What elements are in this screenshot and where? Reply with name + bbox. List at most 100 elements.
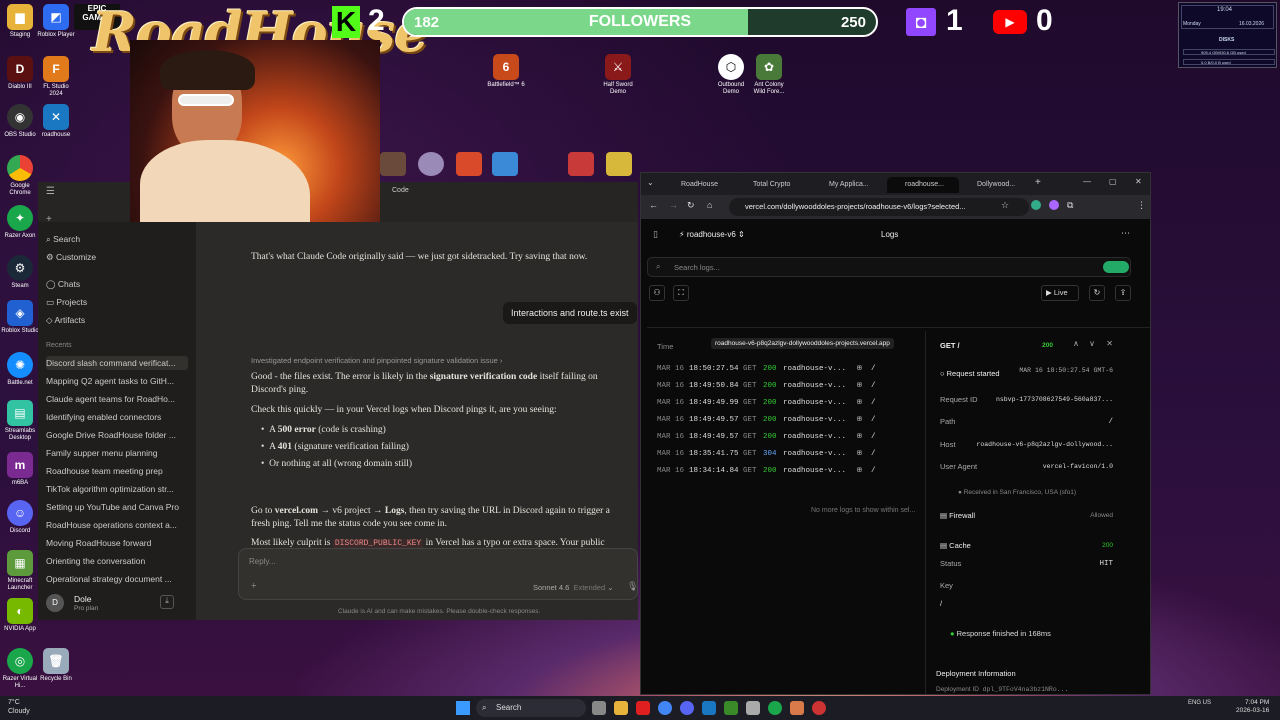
recent-chat-item[interactable]: Claude agent teams for RoadHo...	[46, 392, 188, 406]
next-log-icon[interactable]: ∨	[1089, 339, 1095, 348]
close-panel-icon[interactable]: ✕	[1106, 339, 1113, 348]
chrome-taskbar-icon[interactable]	[658, 701, 672, 715]
desktop-icon-steam[interactable]: ⚙ Steam	[0, 255, 40, 290]
taskbar-search[interactable]: ⌕ Search	[476, 699, 586, 717]
vscode-taskbar-icon[interactable]	[702, 701, 716, 715]
language-indicator[interactable]: ENG US	[1188, 699, 1211, 707]
task-view-icon[interactable]	[592, 701, 606, 715]
desktop-icon-outbound[interactable]: ⬡ Outbound Demo	[711, 54, 751, 96]
desktop-icon-razer-virtual[interactable]: ◎ Razer Virtual Hi...	[0, 648, 40, 690]
browser-tab[interactable]: RoadHouse	[663, 177, 735, 193]
obs-taskbar-icon[interactable]	[812, 701, 826, 715]
browser-tab[interactable]: Total Crypto	[735, 177, 807, 193]
razer-taskbar-icon[interactable]	[768, 701, 782, 715]
game-icon[interactable]	[418, 152, 444, 176]
sidebar-artifacts[interactable]: ◇ Artifacts	[46, 313, 188, 327]
desktop-icon-battlenet[interactable]: ✺ Battle.net	[0, 352, 40, 387]
code-tab[interactable]: Code	[392, 187, 409, 194]
mic-icon[interactable]: 🎙	[627, 581, 638, 592]
recent-chat-item[interactable]: Roadhouse team meeting prep	[46, 464, 188, 478]
desktop-icon-roblox[interactable]: ◩ Roblox Player	[36, 4, 76, 39]
clock[interactable]: 7:04 PM 2026-03-16	[1236, 699, 1269, 715]
sidebar-search[interactable]: ⌕ Search	[46, 232, 188, 246]
forward-icon[interactable]: →	[669, 200, 678, 210]
desktop-icon-battlefield[interactable]: 6 Battlefield™ 6	[486, 54, 526, 89]
desktop-icon-roadhouse[interactable]: ✕ roadhouse	[36, 104, 76, 139]
start-icon[interactable]	[456, 701, 470, 715]
game-icon[interactable]	[456, 152, 482, 176]
desktop-icon-m6ba[interactable]: m m6BA	[0, 452, 40, 487]
desktop-icon-chrome[interactable]: Google Chrome	[0, 155, 40, 197]
sidebar-toggle-icon[interactable]: ▯	[653, 229, 658, 240]
desktop-icon-discord[interactable]: ☺ Discord	[0, 500, 40, 535]
bookmark-icon[interactable]: ☆	[1001, 200, 1009, 211]
more-menu-icon[interactable]: ⋮	[1137, 200, 1146, 211]
live-button[interactable]: ▶ Live	[1041, 285, 1079, 301]
recent-chat-item[interactable]: RoadHouse operations context a...	[46, 518, 188, 532]
game-icon[interactable]	[492, 152, 518, 176]
model-selector[interactable]: Sonnet 4.6 Extended ⌄	[533, 583, 614, 592]
desktop-icon-obs[interactable]: ◉ OBS Studio	[0, 104, 40, 139]
minimize-icon[interactable]: —	[1083, 177, 1091, 186]
more-icon[interactable]: ⋯	[1121, 228, 1130, 239]
browser-tab[interactable]: My Applica...	[811, 177, 883, 193]
extension-icon[interactable]	[1031, 200, 1041, 210]
export-icon[interactable]: ⇪	[1115, 285, 1131, 301]
project-selector[interactable]: ⚡ roadhouse-v6 ⇕	[679, 230, 745, 239]
desktop-icon-recycle-bin[interactable]: 🗑 Recycle Bin	[36, 648, 76, 683]
user-filter-icon[interactable]: ⚇	[649, 285, 665, 301]
refresh-icon[interactable]: ↻	[1089, 285, 1105, 301]
recent-chat-item[interactable]: Mapping Q2 agent tasks to GitH...	[46, 374, 188, 388]
youtube-app-icon[interactable]	[636, 701, 650, 715]
desktop-icon-nvidia[interactable]: ◐ NVIDIA App	[0, 598, 40, 633]
menu-icon[interactable]: ☰	[46, 186, 55, 197]
app-taskbar-icon[interactable]	[724, 701, 738, 715]
notepad-taskbar-icon[interactable]	[746, 701, 760, 715]
search-logs-field[interactable]: ⌕ Search logs...	[647, 257, 1131, 277]
sidebar-projects[interactable]: ▭ Projects	[46, 295, 188, 309]
back-icon[interactable]: ←	[649, 200, 658, 210]
browser-tab[interactable]: roadhouse...	[887, 177, 959, 193]
maximize-icon[interactable]: ▢	[1109, 177, 1117, 186]
game-icon[interactable]	[606, 152, 632, 176]
recent-chat-item[interactable]: Moving RoadHouse forward	[46, 536, 188, 550]
download-icon[interactable]: ⤓	[160, 595, 174, 609]
close-window-icon[interactable]: ✕	[1135, 177, 1142, 186]
recent-chat-item[interactable]: Setting up YouTube and Canva Pro	[46, 500, 188, 514]
claude-taskbar-icon[interactable]	[790, 701, 804, 715]
game-icon[interactable]	[568, 152, 594, 176]
recent-chat-item[interactable]: Operational strategy document ...	[46, 572, 188, 586]
discord-taskbar-icon[interactable]	[680, 701, 694, 715]
desktop-icon-staging[interactable]: ▆ Staging	[0, 4, 40, 39]
reload-icon[interactable]: ↻	[687, 200, 695, 211]
thinking-summary[interactable]: Investigated endpoint verification and p…	[251, 356, 502, 365]
game-icon[interactable]	[380, 152, 406, 176]
desktop-icon-razer-axon[interactable]: ✦ Razer Axon	[0, 205, 40, 240]
desktop-icon-half-sword[interactable]: ⚔ Half Sword Demo	[598, 54, 638, 96]
prev-log-icon[interactable]: ∧	[1073, 339, 1079, 348]
scan-icon[interactable]: ⛶	[673, 285, 689, 301]
extensions-icon[interactable]: ⧉	[1067, 200, 1073, 211]
home-icon[interactable]: ⌂	[707, 200, 712, 210]
avatar[interactable]: D	[46, 594, 64, 612]
weather-widget[interactable]: 7°C Cloudy	[8, 698, 30, 716]
filter-badge-icon[interactable]	[1103, 261, 1129, 273]
desktop-icon-ant-colony[interactable]: ✿ Ant Colony Wild Fore...	[749, 54, 789, 96]
reply-box[interactable]: Reply... + Sonnet 4.6 Extended ⌄ 🎙	[238, 548, 638, 600]
desktop-icon-minecraft[interactable]: ▦ Minecraft Launcher	[0, 550, 40, 592]
sidebar-customize[interactable]: ⚙ Customize	[46, 250, 188, 264]
reply-input[interactable]: Reply...	[249, 557, 276, 566]
recent-chat-item[interactable]: TikTok algorithm optimization str...	[46, 482, 188, 496]
desktop-icon-roblox-studio[interactable]: ◈ Roblox Studio	[0, 300, 40, 335]
recent-chat-item[interactable]: Discord slash command verificat...	[46, 356, 188, 370]
recent-chat-item[interactable]: Family supper menu planning	[46, 446, 188, 460]
attach-icon[interactable]: +	[251, 581, 257, 592]
extension-icon[interactable]	[1049, 200, 1059, 210]
url-field[interactable]: vercel.com/dollywooddoles-projects/roadh…	[729, 198, 1029, 216]
recent-chat-item[interactable]: Orienting the conversation	[46, 554, 188, 568]
recent-chat-item[interactable]: Identifying enabled connectors	[46, 410, 188, 424]
browser-tab[interactable]: Dollywood...	[959, 177, 1031, 193]
desktop-icon-streamlabs[interactable]: ▤ Streamlabs Desktop	[0, 400, 40, 442]
file-explorer-icon[interactable]	[614, 701, 628, 715]
tab-list-icon[interactable]: ⌄	[647, 178, 654, 187]
